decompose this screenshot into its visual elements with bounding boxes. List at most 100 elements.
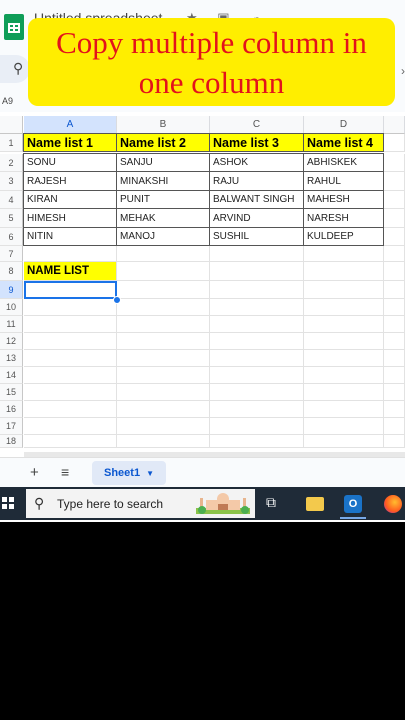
table-cell[interactable]: HIMESH (23, 208, 117, 228)
cell[interactable] (384, 384, 405, 401)
row-header-9[interactable]: 9 (0, 281, 23, 299)
cell[interactable] (384, 435, 405, 448)
header-cell[interactable]: Name list 3 (209, 133, 304, 152)
cell[interactable] (210, 281, 304, 299)
cell[interactable] (117, 435, 210, 448)
fill-handle[interactable] (113, 296, 121, 304)
cell[interactable] (384, 191, 405, 209)
cell[interactable] (210, 246, 304, 262)
row-header-2[interactable]: 2 (0, 154, 23, 172)
outlook-icon[interactable]: O (344, 495, 362, 513)
row-header-16[interactable]: 16 (0, 401, 23, 418)
cell[interactable] (210, 316, 304, 333)
select-all-corner[interactable] (0, 116, 23, 134)
all-sheets-button[interactable]: ≡ (61, 464, 69, 480)
table-cell[interactable]: RAJESH (23, 171, 117, 191)
cell[interactable] (384, 246, 405, 262)
header-cell[interactable]: Name list 1 (23, 133, 117, 152)
row-header-7[interactable]: 7 (0, 246, 23, 262)
cell[interactable] (24, 299, 117, 316)
cell[interactable] (384, 367, 405, 384)
table-cell[interactable]: MANOJ (116, 227, 210, 246)
active-cell-a9[interactable] (24, 281, 117, 299)
cell[interactable] (24, 333, 117, 350)
cell[interactable] (117, 418, 210, 435)
windows-icon[interactable] (2, 497, 14, 509)
cell[interactable] (384, 333, 405, 350)
cell[interactable] (117, 350, 210, 367)
cell[interactable] (304, 316, 384, 333)
row-header-12[interactable]: 12 (0, 333, 23, 350)
row-header-13[interactable]: 13 (0, 350, 23, 367)
cell[interactable] (117, 384, 210, 401)
add-sheet-button[interactable]: + (30, 464, 39, 481)
cell[interactable] (384, 281, 405, 299)
row-header-4[interactable]: 4 (0, 191, 23, 209)
cell[interactable] (210, 262, 304, 281)
name-box[interactable]: A9 (2, 96, 13, 106)
search-menus-button[interactable]: ⚲ (0, 55, 30, 83)
cell[interactable] (24, 418, 117, 435)
cell[interactable] (384, 262, 405, 281)
table-cell[interactable]: RAJU (209, 171, 304, 191)
cell[interactable] (210, 384, 304, 401)
table-cell[interactable]: KULDEEP (303, 227, 384, 246)
cell[interactable] (117, 367, 210, 384)
table-cell[interactable]: NARESH (303, 208, 384, 228)
cell[interactable] (304, 262, 384, 281)
row-header-5[interactable]: 5 (0, 209, 23, 228)
cell[interactable] (384, 418, 405, 435)
row-header-18[interactable]: 18 (0, 435, 23, 448)
cell[interactable] (304, 418, 384, 435)
cell[interactable] (304, 281, 384, 299)
sheet-tab-active[interactable]: Sheet1 ▼ (92, 461, 166, 485)
cell[interactable] (24, 316, 117, 333)
cell[interactable] (304, 333, 384, 350)
cell[interactable] (117, 281, 210, 299)
cell[interactable] (384, 299, 405, 316)
table-cell[interactable]: MINAKSHI (116, 171, 210, 191)
cell[interactable] (24, 367, 117, 384)
cell[interactable] (117, 262, 210, 281)
cell[interactable] (117, 333, 210, 350)
row-header-17[interactable]: 17 (0, 418, 23, 435)
row-header-14[interactable]: 14 (0, 367, 23, 384)
table-cell[interactable]: MAHESH (303, 190, 384, 209)
row-header-15[interactable]: 15 (0, 384, 23, 401)
cell[interactable] (304, 401, 384, 418)
cell[interactable] (117, 401, 210, 418)
table-cell[interactable]: SONU (23, 153, 117, 172)
firefox-icon[interactable] (384, 495, 402, 513)
cell[interactable] (210, 418, 304, 435)
cell[interactable] (24, 246, 117, 262)
cell[interactable] (384, 350, 405, 367)
cell[interactable] (304, 246, 384, 262)
table-cell[interactable]: SUSHIL (209, 227, 304, 246)
spreadsheet-grid[interactable]: A B C D 1 Name list 1 Name list 2 Name list 3 Na… (0, 116, 405, 457)
column-header-d[interactable]: D (304, 116, 384, 134)
cell[interactable] (384, 401, 405, 418)
header-cell[interactable]: Name list 2 (116, 133, 210, 152)
cell[interactable] (117, 299, 210, 316)
table-cell[interactable]: ABHISKEK (303, 153, 384, 172)
cell[interactable] (210, 401, 304, 418)
cell[interactable] (384, 228, 405, 246)
row-header-11[interactable]: 11 (0, 316, 23, 333)
row-header-8[interactable]: 8 (0, 262, 23, 281)
table-cell[interactable]: PUNIT (116, 190, 210, 209)
row-header-10[interactable]: 10 (0, 299, 23, 316)
cell[interactable] (384, 209, 405, 228)
sheets-logo-icon[interactable] (4, 14, 24, 40)
table-cell[interactable]: KIRAN (23, 190, 117, 209)
column-header-empty[interactable] (384, 116, 405, 134)
row-header-6[interactable]: 6 (0, 228, 23, 246)
cell[interactable] (24, 350, 117, 367)
cell[interactable] (384, 154, 405, 172)
table-cell[interactable]: NITIN (23, 227, 117, 246)
cell[interactable] (210, 435, 304, 448)
name-list-label-cell[interactable]: NAME LIST (24, 262, 117, 281)
cell[interactable] (384, 172, 405, 191)
cell[interactable] (24, 435, 117, 448)
table-cell[interactable]: RAHUL (303, 171, 384, 191)
table-cell[interactable]: ARVIND (209, 208, 304, 228)
